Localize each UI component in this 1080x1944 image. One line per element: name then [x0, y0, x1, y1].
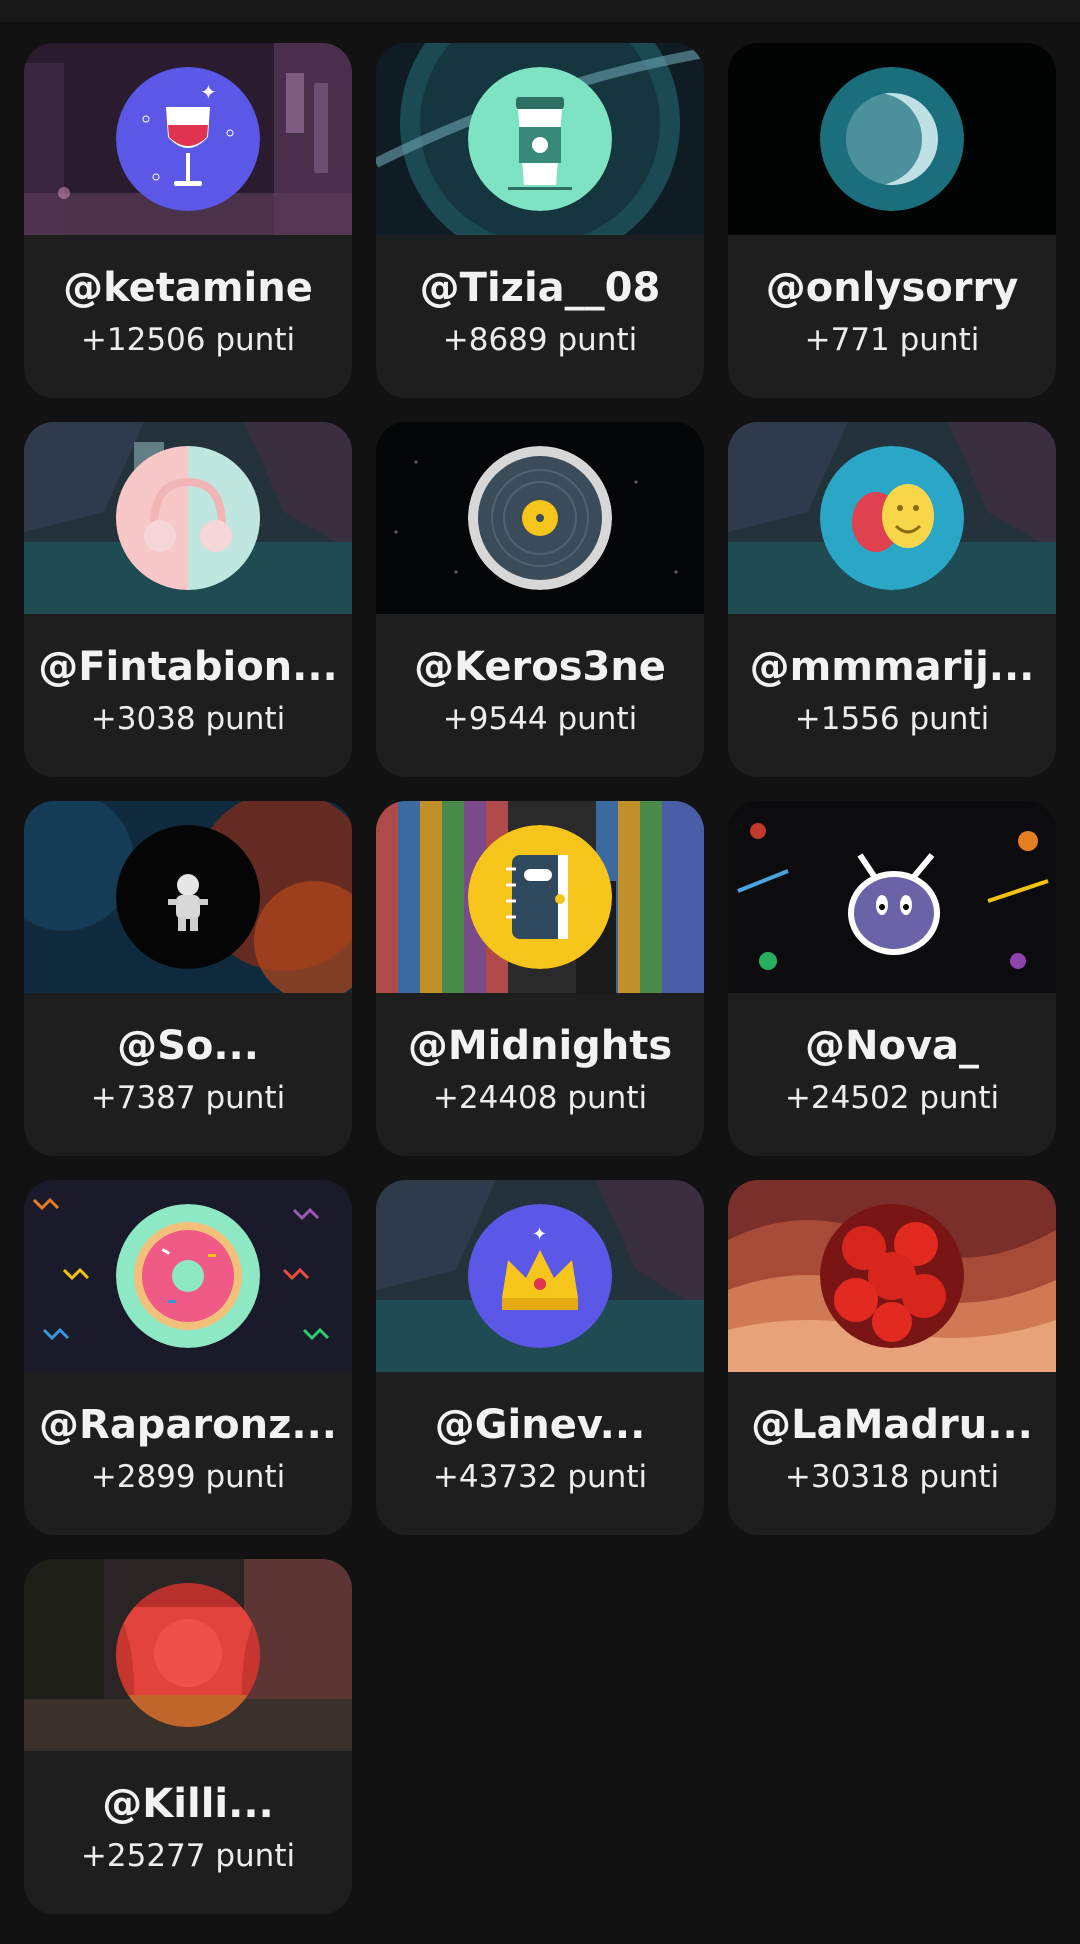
- card-banner: [376, 422, 704, 614]
- username: @mmmarij...: [749, 644, 1035, 690]
- crown-icon: ✦: [468, 1204, 612, 1348]
- username: @LaMadru...: [751, 1402, 1033, 1448]
- user-card[interactable]: @Fintabion... +3038 punti: [24, 422, 352, 777]
- card-banner: [24, 1180, 352, 1372]
- user-points: +7387 punti: [90, 1080, 286, 1116]
- donut-icon: [116, 1204, 260, 1348]
- user-card[interactable]: ✦ @ketamine +12506 punti: [24, 43, 352, 398]
- user-card[interactable]: ✦ @Ginev... +43732 punti: [376, 1180, 704, 1535]
- theater-stage-icon: [116, 1583, 260, 1727]
- user-card[interactable]: @mmmarij... +1556 punti: [728, 422, 1056, 777]
- card-banner: [728, 801, 1056, 993]
- user-points: +1556 punti: [794, 701, 990, 737]
- username: @Keros3ne: [414, 644, 666, 690]
- user-points: +12506 punti: [80, 322, 296, 358]
- username: @onlysorry: [765, 265, 1019, 311]
- alien-icon: [820, 825, 964, 969]
- card-banner: [376, 801, 704, 993]
- headphones-icon: [116, 446, 260, 590]
- card-banner: [24, 801, 352, 993]
- user-card[interactable]: @Midnights +24408 punti: [376, 801, 704, 1156]
- svg-text:✦: ✦: [200, 80, 217, 104]
- theater-masks-icon: [820, 446, 964, 590]
- users-grid: ✦ @ketamine +12506 punti @Tizia__08 +868…: [24, 43, 1056, 1914]
- user-points: +43732 punti: [432, 1459, 648, 1495]
- card-banner: [376, 43, 704, 235]
- username: @Midnights: [407, 1023, 673, 1069]
- moon-icon: [820, 67, 964, 211]
- user-points: +8689 punti: [442, 322, 638, 358]
- user-points: +771 punti: [804, 322, 980, 358]
- card-banner: ✦: [376, 1180, 704, 1372]
- status-bar: [0, 0, 1080, 22]
- user-points: +30318 punti: [784, 1459, 1000, 1495]
- username: @ketamine: [63, 265, 313, 311]
- svg-text:✦: ✦: [532, 1224, 547, 1245]
- card-banner: ✦: [24, 43, 352, 235]
- user-points: +9544 punti: [442, 701, 638, 737]
- user-card[interactable]: @Nova_ +24502 punti: [728, 801, 1056, 1156]
- user-points: +24408 punti: [432, 1080, 648, 1116]
- card-banner: [24, 422, 352, 614]
- username: @So...: [117, 1023, 259, 1069]
- username: @Ginev...: [434, 1402, 646, 1448]
- username: @Raparonz...: [39, 1402, 337, 1448]
- card-banner: [24, 1559, 352, 1751]
- user-card[interactable]: @Killi... +25277 punti: [24, 1559, 352, 1914]
- wine-glass-icon: ✦: [116, 67, 260, 211]
- user-points: +25277 punti: [80, 1838, 296, 1874]
- user-points: +3038 punti: [90, 701, 286, 737]
- user-card[interactable]: @So... +7387 punti: [24, 801, 352, 1156]
- user-points: +2899 punti: [90, 1459, 286, 1495]
- user-card[interactable]: @Tizia__08 +8689 punti: [376, 43, 704, 398]
- card-banner: [728, 422, 1056, 614]
- username: @Fintabion...: [38, 644, 338, 690]
- astronaut-icon: [116, 825, 260, 969]
- card-banner: [728, 1180, 1056, 1372]
- coffee-cup-icon: [468, 67, 612, 211]
- user-card[interactable]: @Raparonz... +2899 punti: [24, 1180, 352, 1535]
- vinyl-record-icon: [468, 446, 612, 590]
- card-banner: [728, 43, 1056, 235]
- user-points: +24502 punti: [784, 1080, 1000, 1116]
- user-card[interactable]: @Keros3ne +9544 punti: [376, 422, 704, 777]
- username: @Killi...: [102, 1781, 274, 1827]
- notebook-icon: [468, 825, 612, 969]
- username: @Tizia__08: [419, 265, 661, 311]
- user-card[interactable]: @onlysorry +771 punti: [728, 43, 1056, 398]
- strawberries-icon: [820, 1204, 964, 1348]
- user-card[interactable]: @LaMadru... +30318 punti: [728, 1180, 1056, 1535]
- username: @Nova_: [804, 1023, 980, 1069]
